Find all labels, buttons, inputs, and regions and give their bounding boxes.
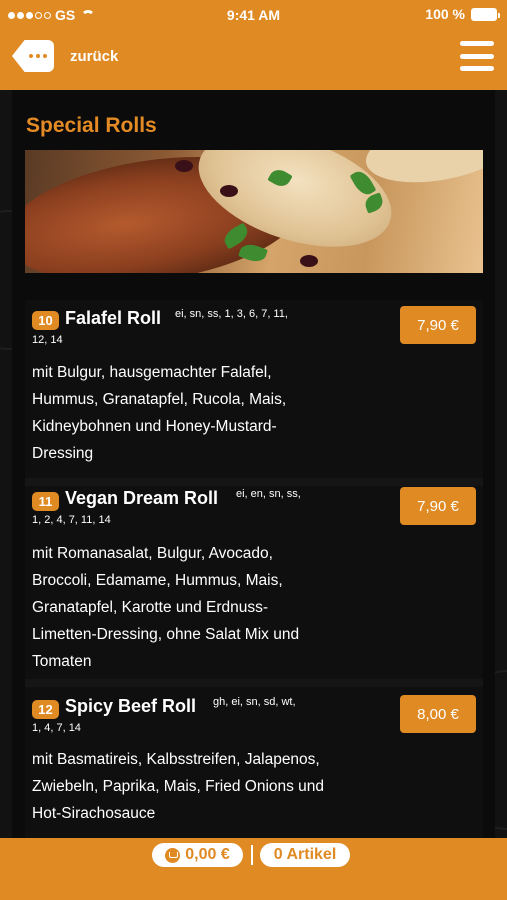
back-label[interactable]: zurück (70, 48, 118, 65)
price-button[interactable]: 7,90 € (400, 306, 476, 344)
menu-item[interactable]: 12 Spicy Beef Roll gh, ei, sn, sd, wt, 1… (25, 687, 483, 838)
item-allergens: ei, sn, ss, 1, 3, 6, 7, 11, (175, 308, 288, 320)
item-allergens: ei, en, sn, ss, (236, 488, 301, 500)
item-divider (25, 679, 483, 687)
status-bar: GS 9:41 AM 100 % (0, 0, 507, 30)
price-button[interactable]: 8,00 € (400, 695, 476, 733)
cart-total: 0,00 € (185, 846, 230, 863)
footer-divider (251, 845, 253, 865)
back-icon (29, 54, 47, 58)
price-button[interactable]: 7,90 € (400, 487, 476, 525)
item-allergens: gh, ei, sn, sd, wt, (213, 696, 296, 708)
item-allergens-continued: 1, 2, 4, 7, 11, 14 (32, 514, 111, 526)
item-number-badge: 10 (32, 311, 59, 330)
section-title: Special Rolls (26, 114, 157, 137)
cart-total-button[interactable]: 0,00 € (152, 843, 243, 867)
item-description: mit Bulgur, hausgemachter Falafel, Hummu… (32, 364, 287, 462)
item-count-button[interactable]: 0 Artikel (260, 843, 350, 867)
item-name: Spicy Beef Roll (65, 696, 197, 716)
category-image (25, 150, 483, 273)
item-number-badge: 12 (32, 700, 59, 719)
item-allergens-continued: 12, 14 (32, 334, 63, 346)
item-number-badge: 11 (32, 492, 59, 511)
item-name: Vegan Dream Roll (65, 488, 219, 508)
back-button[interactable] (12, 40, 54, 72)
menu-item[interactable]: 10 Falafel Roll ei, sn, ss, 1, 3, 6, 7, … (25, 300, 483, 478)
battery-percent: 100 % (425, 6, 465, 22)
menu-item[interactable]: 11 Vegan Dream Roll ei, en, sn, ss, 1, 2… (25, 486, 483, 679)
cart-footer: 0,00 € 0 Artikel (0, 838, 507, 900)
item-name: Falafel Roll (65, 308, 162, 328)
item-divider (25, 478, 483, 486)
menu-content[interactable]: Special Rolls 10 Falafel Roll ei, sn, ss… (0, 90, 507, 838)
battery-indicator: 100 % (425, 6, 500, 22)
hamburger-menu-icon[interactable] (460, 41, 494, 71)
item-description: mit Romanasalat, Bulgur, Avocado, Brocco… (32, 545, 300, 670)
item-description: mit Basmatireis, Kalbsstreifen, Jalapeno… (32, 751, 325, 822)
app-header: GS 9:41 AM 100 % zurück (0, 0, 507, 90)
battery-icon (471, 7, 500, 21)
cart-icon (165, 847, 181, 863)
item-allergens-continued: 1, 4, 7, 14 (32, 722, 81, 734)
